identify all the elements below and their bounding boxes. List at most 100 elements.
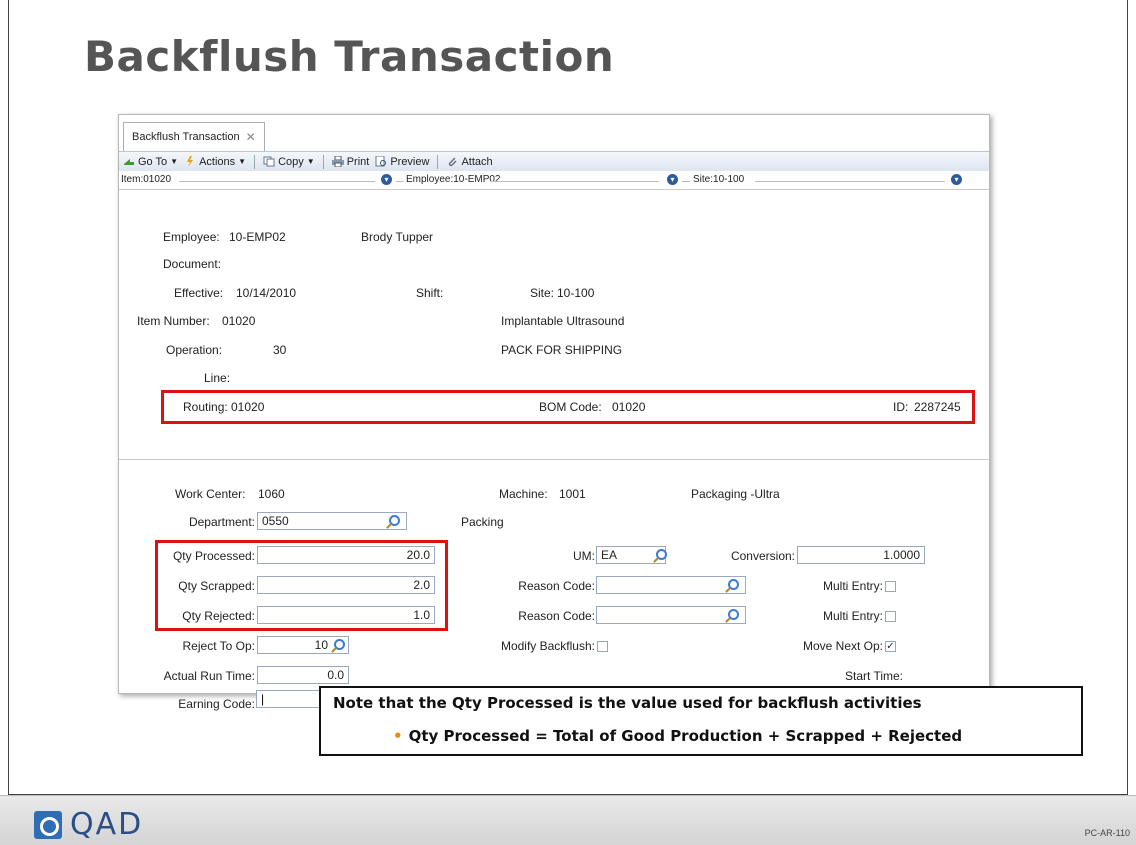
modify-backflush-checkbox[interactable] (597, 641, 608, 652)
department-label: Department: (188, 515, 255, 529)
filter-divider (491, 181, 659, 182)
move-next-op-checkbox[interactable]: ✓ (885, 641, 896, 652)
attach-label: Attach (461, 155, 493, 168)
effective-value: 10/14/2010 (236, 286, 297, 300)
print-button[interactable]: Print (331, 155, 370, 168)
chevron-down-icon[interactable]: ▾ (667, 174, 678, 185)
reason-code-label: Reason Code: (518, 579, 595, 593)
employee-label: Employee: (163, 230, 220, 244)
note-line-1: Note that the Qty Processed is the value… (333, 694, 922, 712)
effective-label: Effective: (174, 286, 224, 300)
copy-label: Copy (278, 155, 304, 168)
shift-label: Shift: (416, 286, 444, 300)
filter-divider (682, 181, 690, 182)
lightning-icon (187, 156, 194, 167)
actions-label: Actions (199, 155, 236, 168)
earning-code-input[interactable]: | (256, 690, 319, 708)
employee-name: Brody Tupper (361, 230, 434, 244)
paperclip-icon (449, 157, 457, 167)
search-icon[interactable] (728, 579, 739, 590)
operation-description: PACK FOR SHIPPING (501, 343, 623, 357)
note-line-2: • Qty Processed = Total of Good Productio… (393, 727, 962, 745)
earning-code-label: Earning Code: (178, 697, 255, 711)
toolbar-divider (322, 154, 324, 169)
attach-button[interactable]: Attach (446, 155, 493, 168)
search-icon[interactable] (656, 549, 667, 560)
qty-highlight-box (155, 540, 448, 631)
modify-backflush-label: Modify Backflush: (500, 639, 595, 653)
filter-bar: Item:01020 ▾ Employee:10-EMP02 ▾ Site:10… (119, 171, 989, 190)
logo-text: QAD (70, 807, 144, 842)
note-callout: Note that the Qty Processed is the value… (319, 686, 1083, 756)
department-description: Packing (461, 515, 504, 529)
machine-value: 1001 (559, 487, 586, 501)
actions-button[interactable]: Actions ▼ (184, 156, 246, 168)
toolbar-divider (254, 154, 256, 169)
section-divider (119, 459, 989, 460)
reject-multi-entry-checkbox[interactable] (885, 611, 896, 622)
operation-label: Operation: (166, 343, 223, 357)
filter-item[interactable]: Item:01020 (121, 174, 171, 185)
document-label: Document: (163, 257, 222, 271)
machine-label: Machine: (499, 487, 548, 501)
slide-title: Backflush Transaction (84, 32, 615, 81)
reason-code-label: Reason Code: (518, 609, 595, 623)
note-line-2-text: Qty Processed = Total of Good Production… (408, 727, 963, 745)
department-input[interactable]: 0550 (257, 512, 407, 530)
multi-entry-label: Multi Entry: (822, 609, 883, 623)
multi-entry-label: Multi Entry: (822, 579, 883, 593)
site-value: 10-100 (557, 286, 595, 300)
conversion-input[interactable]: 1.0000 (797, 546, 925, 564)
preview-label: Preview (390, 155, 430, 168)
operation-value: 30 (273, 343, 287, 357)
filter-divider (179, 181, 375, 182)
start-time-label: Start Time: (844, 669, 903, 683)
qad-logo-icon (34, 810, 62, 839)
scrap-reason-code-input[interactable] (596, 576, 746, 594)
bullet-icon: • (393, 727, 403, 745)
search-icon[interactable] (334, 639, 345, 650)
close-icon[interactable]: ✕ (246, 130, 256, 144)
filter-site[interactable]: Site:10-100 (693, 174, 744, 185)
printer-icon (331, 156, 344, 167)
conversion-label: Conversion: (730, 549, 795, 563)
scrap-multi-entry-checkbox[interactable] (885, 581, 896, 592)
slide-footer (0, 795, 1136, 845)
preview-button[interactable]: Preview (375, 156, 429, 168)
goto-button[interactable]: Go To ▼ (123, 156, 178, 168)
toolbar-divider (437, 154, 439, 169)
move-next-op-label: Move Next Op: (802, 639, 883, 653)
filter-divider (396, 181, 404, 182)
copy-icon (263, 156, 275, 167)
backflush-window: Backflush Transaction ✕ Go To ▼ Actions … (118, 114, 990, 711)
employee-value: 10-EMP02 (229, 230, 286, 244)
dropdown-caret-icon: ▼ (170, 157, 179, 166)
copy-button[interactable]: Copy ▼ (263, 156, 315, 168)
dropdown-caret-icon: ▼ (306, 157, 315, 166)
qad-logo: QAD (34, 807, 143, 842)
search-icon[interactable] (389, 515, 400, 526)
machine-description: Packaging -Ultra (691, 487, 780, 501)
preview-icon (375, 156, 387, 167)
actual-run-time-input[interactable]: 0.0 (257, 666, 349, 684)
chevron-down-icon[interactable]: ▾ (951, 174, 962, 185)
reject-reason-code-input[interactable] (596, 606, 746, 624)
reject-to-op-label: Reject To Op: (182, 639, 255, 653)
item-number-value: 01020 (222, 314, 256, 328)
dropdown-caret-icon: ▼ (238, 157, 247, 166)
filter-employee[interactable]: Employee:10-EMP02 (406, 174, 501, 185)
tab-label: Backflush Transaction (132, 131, 240, 143)
toolbar: Go To ▼ Actions ▼ Copy ▼ Print Preview A… (119, 151, 989, 171)
print-label: Print (346, 155, 370, 168)
goto-label: Go To (138, 155, 168, 168)
actual-run-time-label: Actual Run Time: (163, 669, 255, 683)
work-center-label: Work Center: (175, 487, 246, 501)
line-label: Line: (204, 371, 231, 385)
routing-highlight-box (161, 390, 975, 424)
chevron-down-icon[interactable]: ▾ (381, 174, 392, 185)
um-label: UM: (573, 549, 595, 563)
site-label: Site: (530, 286, 555, 300)
search-icon[interactable] (728, 609, 739, 620)
tab-backflush-transaction[interactable]: Backflush Transaction ✕ (123, 122, 265, 151)
item-description: Implantable Ultrasound (501, 314, 625, 328)
